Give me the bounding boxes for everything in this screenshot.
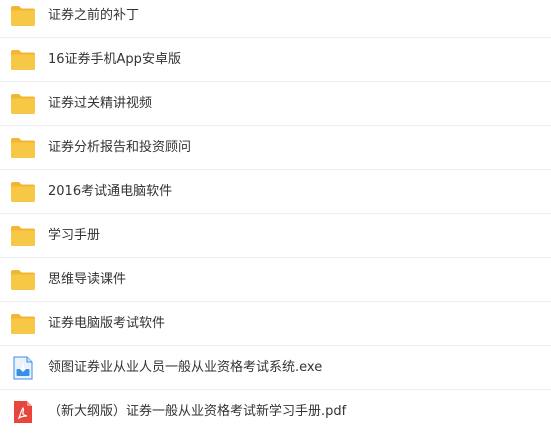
file-name: 学习手册 (48, 228, 101, 243)
list-item[interactable]: 证券分析报告和投资顾问 (0, 126, 551, 170)
file-name: 2016考试通电脑软件 (48, 184, 173, 199)
file-list: 证券之前的补丁 16证券手机App安卓版 证券过关精讲视频 证券分析报告和投资顾… (0, 0, 551, 434)
list-item[interactable]: 16证券手机App安卓版 (0, 38, 551, 82)
file-name: （新大纲版）证券一般从业资格考试新学习手册.pdf (48, 404, 347, 419)
file-name: 16证券手机App安卓版 (48, 52, 181, 67)
file-name: 证券分析报告和投资顾问 (48, 140, 192, 155)
pdf-file-icon (10, 400, 36, 424)
list-item[interactable]: 证券电脑版考试软件 (0, 302, 551, 346)
file-name: 证券电脑版考试软件 (48, 316, 166, 331)
folder-icon (10, 48, 36, 72)
list-item[interactable]: （新大纲版）证券一般从业资格考试新学习手册.pdf (0, 390, 551, 434)
exe-file-icon (10, 356, 36, 380)
list-item[interactable]: 学习手册 (0, 214, 551, 258)
folder-icon (10, 268, 36, 292)
folder-icon (10, 92, 36, 116)
folder-icon (10, 312, 36, 336)
list-item[interactable]: 思维导读课件 (0, 258, 551, 302)
folder-icon (10, 180, 36, 204)
folder-icon (10, 136, 36, 160)
folder-icon (10, 224, 36, 248)
folder-icon (10, 4, 36, 28)
file-name: 领图证券业从业人员一般从业资格考试系统.exe (48, 360, 323, 375)
file-name: 证券之前的补丁 (48, 8, 140, 23)
list-item[interactable]: 证券过关精讲视频 (0, 82, 551, 126)
list-item[interactable]: 2016考试通电脑软件 (0, 170, 551, 214)
file-name: 证券过关精讲视频 (48, 96, 153, 111)
list-item[interactable]: 领图证券业从业人员一般从业资格考试系统.exe (0, 346, 551, 390)
list-item[interactable]: 证券之前的补丁 (0, 0, 551, 38)
file-name: 思维导读课件 (48, 272, 127, 287)
